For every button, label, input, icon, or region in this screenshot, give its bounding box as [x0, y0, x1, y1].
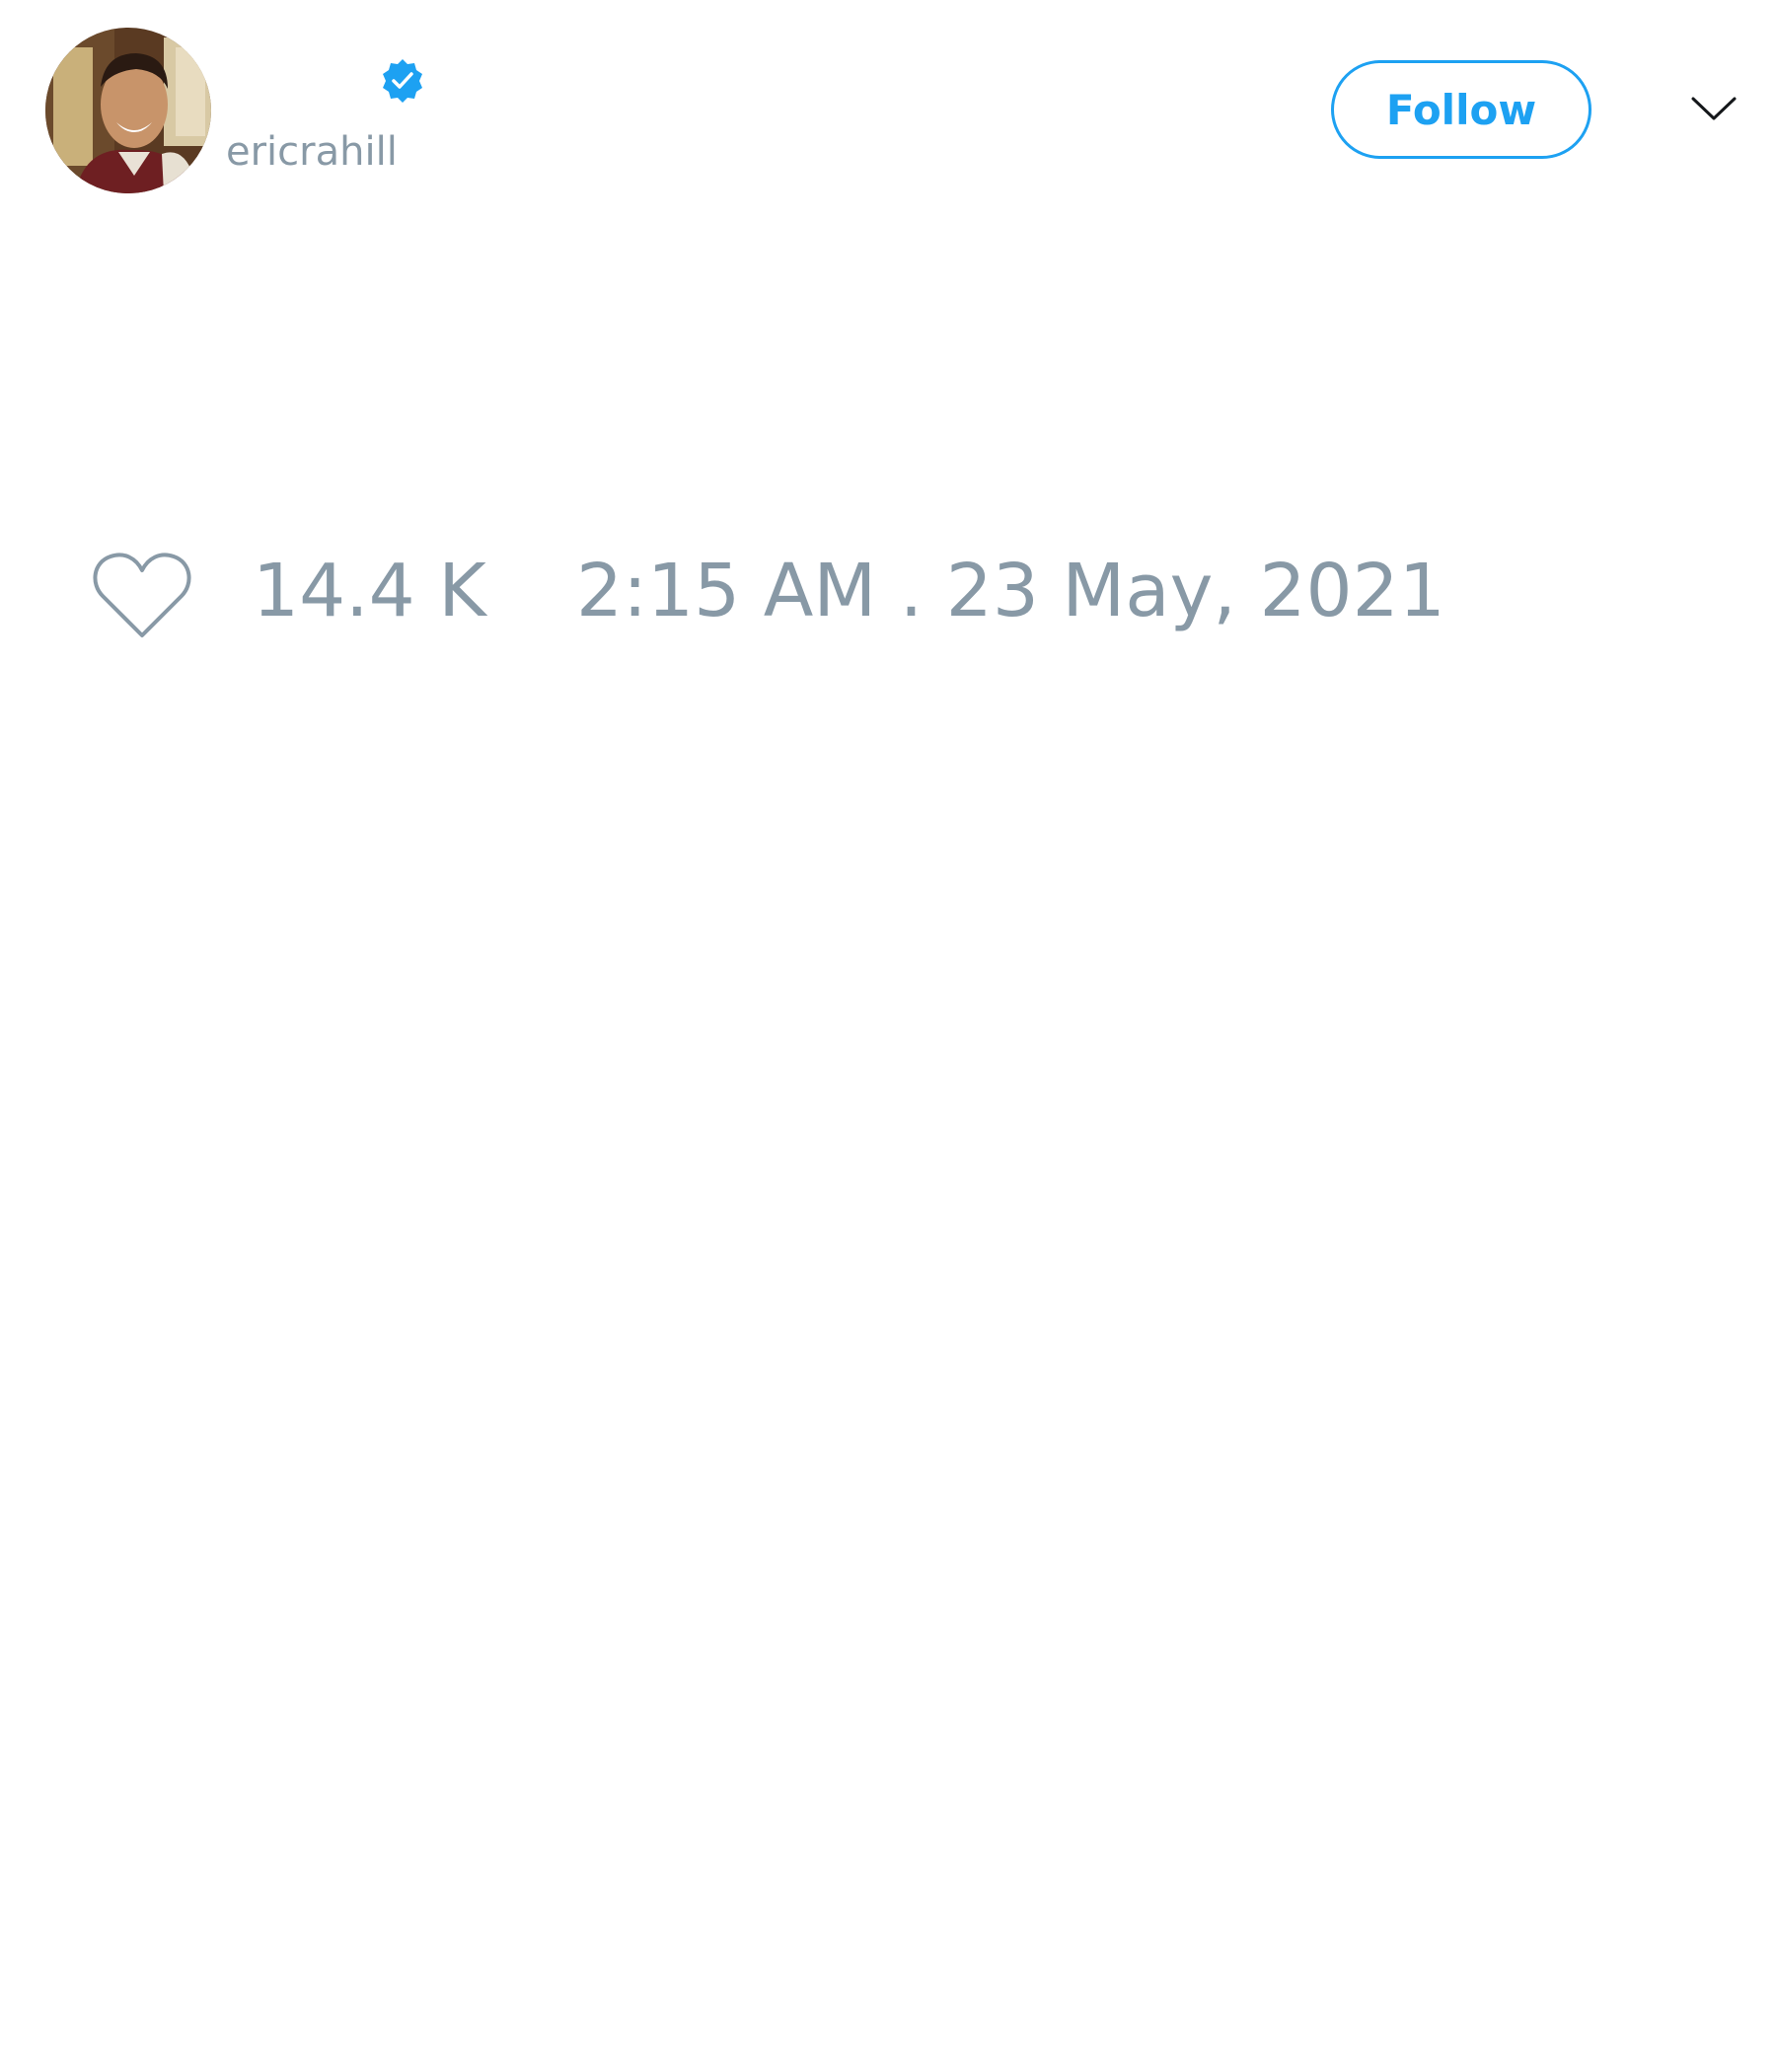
like-count: 14.4 K: [253, 549, 486, 633]
verified-badge-icon: [379, 57, 426, 105]
tweet-header: ericrahill Follow: [0, 0, 1776, 217]
avatar[interactable]: [45, 28, 211, 193]
chevron-down-icon[interactable]: [1689, 91, 1739, 126]
avatar-photo: [45, 28, 211, 193]
tweet-card: ericrahill Follow 14.4 K 2:15 AM . 23 Ma…: [0, 0, 1776, 2072]
tweet-timestamp[interactable]: 2:15 AM . 23 May, 2021: [576, 547, 1445, 635]
tweet-stats: 14.4 K 2:15 AM . 23 May, 2021: [0, 533, 1776, 651]
user-handle[interactable]: ericrahill: [226, 128, 398, 176]
display-name[interactable]: [227, 55, 375, 105]
follow-button[interactable]: Follow: [1331, 60, 1591, 159]
heart-icon[interactable]: [89, 545, 195, 643]
